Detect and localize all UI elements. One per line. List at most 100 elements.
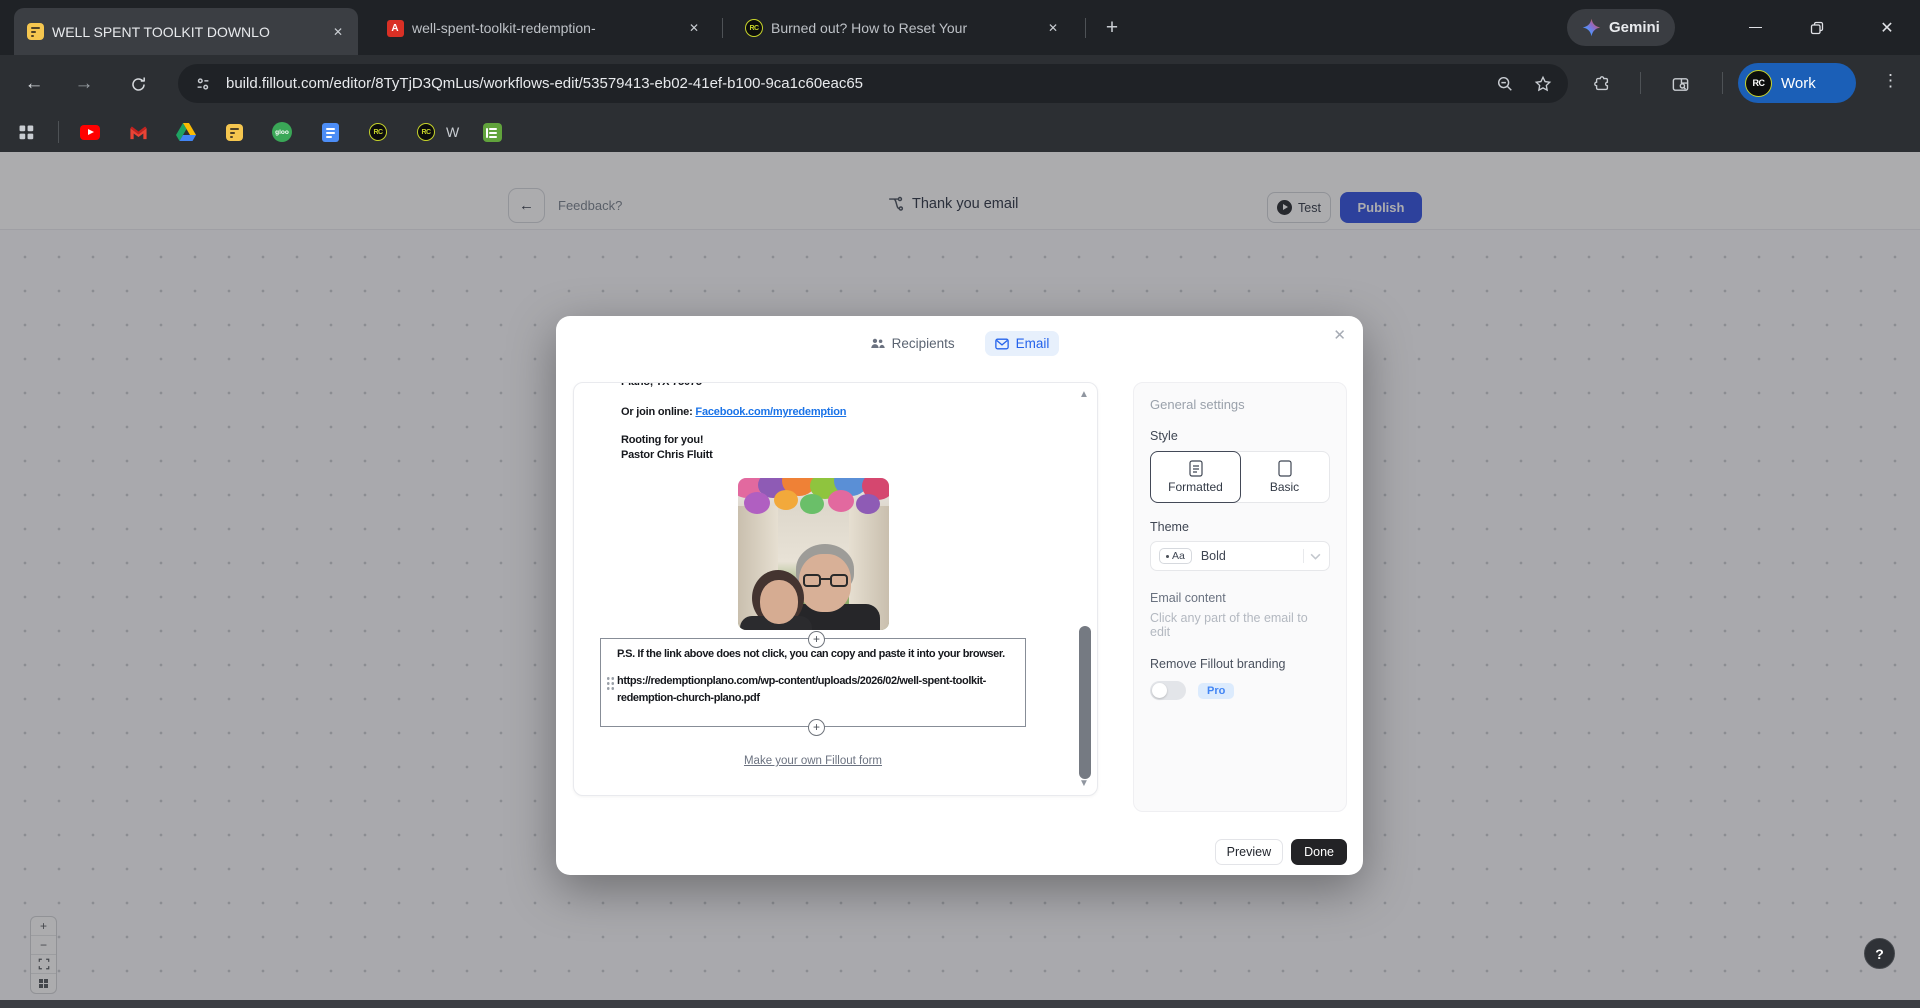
bookmark-gloo-icon[interactable]: gloo [272,122,292,142]
theme-value: Bold [1201,549,1226,563]
reload-icon[interactable] [120,66,156,102]
email-signature-line: Pastor Chris Fluitt [621,449,713,461]
minimize-button[interactable] [1732,0,1778,55]
new-tab-button[interactable]: + [1098,14,1126,42]
pdf-favicon-icon: A [386,19,404,37]
theme-dropdown[interactable]: Aa Bold [1150,541,1330,571]
bookmark-list-icon[interactable] [482,122,502,142]
browser-window: WELL SPENT TOOLKIT DOWNLO ✕ A well-spent… [0,0,1920,1008]
back-icon[interactable]: ← [16,66,52,102]
forward-icon[interactable]: → [66,66,102,102]
bookmarks-separator [58,121,59,143]
bookmark-fillout-icon[interactable] [224,122,244,142]
branding-toggle[interactable] [1150,681,1186,700]
close-window-button[interactable]: ✕ [1864,0,1910,55]
tab-close-icon[interactable]: ✕ [1043,18,1063,38]
preview-button[interactable]: Preview [1215,839,1283,865]
rc-favicon-icon: RC [745,19,763,37]
scroll-up-icon[interactable]: ▲ [1079,389,1089,400]
email-preview-card[interactable]: Plano, TX 75075 Or join online: Facebook… [573,382,1098,796]
bookmark-docs-icon[interactable] [320,122,340,142]
email-rooting-line: Rooting for you! [621,434,703,446]
style-option-basic[interactable]: Basic [1240,452,1329,502]
gemini-button[interactable]: Gemini [1567,9,1675,46]
apps-grid-icon[interactable] [16,122,36,142]
tab-close-icon[interactable]: ✕ [684,18,704,38]
general-settings-panel: General settings Style Formatted Basic T… [1133,382,1347,812]
modal-close-icon[interactable]: ✕ [1333,326,1346,344]
site-settings-icon[interactable] [194,75,212,93]
zoom-out-icon[interactable] [1496,75,1514,93]
style-label: Style [1150,429,1330,443]
profile-avatar: RC [1745,70,1772,97]
ps-text: P.S. If the link above does not click, y… [617,646,1019,664]
toolbar-separator [1722,72,1723,94]
style-segmented-control: Formatted Basic [1150,451,1330,503]
tab-title: well-spent-toolkit-redemption- [412,20,676,36]
modal-footer: Preview Done [1215,839,1347,865]
ps-url: https://redemptionplano.com/wp-content/u… [617,673,987,708]
insert-block-above-button[interactable]: + [808,631,825,648]
browser-toolbar: ← → build.fillout.com/editor/8TyTjD3QmLu… [0,55,1920,112]
done-button[interactable]: Done [1291,839,1347,865]
help-button[interactable]: ? [1864,938,1895,969]
email-join-line: Or join online: Facebook.com/myredemptio… [621,406,846,418]
settings-title: General settings [1150,397,1330,412]
bookmark-rc-icon[interactable]: RC [368,122,388,142]
email-settings-modal: Recipients Email ✕ Plano, TX 75075 Or jo… [556,316,1363,875]
restore-icon [1810,21,1824,35]
fillout-branding-link-wrap: Make your own Fillout form [600,751,1026,769]
restore-button[interactable] [1794,0,1840,55]
email-cropped-line: Plano, TX 75075 [621,382,702,388]
tab-recipients[interactable]: Recipients [860,331,965,356]
style-option-formatted[interactable]: Formatted [1150,451,1241,503]
theme-label: Theme [1150,520,1330,534]
tab-bar: WELL SPENT TOOLKIT DOWNLO ✕ A well-spent… [0,0,1920,55]
url-text[interactable]: build.fillout.com/editor/8TyTjD3QmLus/wo… [226,75,863,92]
gemini-label: Gemini [1609,19,1660,36]
facebook-link[interactable]: Facebook.com/myredemption [695,406,846,418]
chevron-down-icon [1310,553,1321,560]
scroll-down-icon[interactable]: ▼ [1079,778,1089,789]
address-bar[interactable]: build.fillout.com/editor/8TyTjD3QmLus/wo… [178,64,1568,103]
theme-badge: Aa [1159,548,1192,564]
tab-separator [1085,18,1086,38]
profile-label: Work [1781,75,1816,92]
email-content-label: Email content [1150,591,1330,605]
basic-file-icon [1278,460,1292,477]
profile-button[interactable]: RC Work [1738,63,1856,103]
bookmark-star-icon[interactable] [1534,75,1552,93]
envelope-icon [995,338,1009,350]
side-panel-search-icon[interactable] [1662,66,1698,102]
tab-separator [722,18,723,38]
gemini-spark-icon [1582,18,1601,37]
bookmarks-bar: gloo RC RC W [0,112,1920,152]
bookmark-rc-w-icon[interactable]: RC [416,122,436,142]
tab-email[interactable]: Email [985,331,1060,356]
fillout-favicon-icon [26,23,44,41]
bookmark-youtube-icon[interactable] [80,122,100,142]
pastor-photo[interactable] [738,478,889,630]
people-icon [870,336,885,351]
drag-handle-icon[interactable] [606,676,614,691]
bookmark-w-label[interactable]: W [446,122,459,142]
bookmark-gmail-icon[interactable] [128,122,148,142]
insert-block-below-button[interactable]: + [808,719,825,736]
selected-email-block[interactable]: P.S. If the link above does not click, y… [600,638,1026,727]
fillout-branding-link[interactable]: Make your own Fillout form [744,755,882,767]
bookmark-drive-icon[interactable] [176,122,196,142]
browser-menu-icon[interactable]: ⋮ [1882,71,1899,91]
browser-tab-article[interactable]: RC Burned out? How to Reset Your ✕ [737,12,1071,44]
browser-tab-pdf[interactable]: A well-spent-toolkit-redemption- ✕ [378,12,712,44]
scrollbar-thumb[interactable] [1079,626,1091,779]
browser-tab-fillout[interactable]: WELL SPENT TOOLKIT DOWNLO ✕ [14,8,358,55]
pro-badge: Pro [1198,683,1234,699]
branding-label: Remove Fillout branding [1150,657,1330,671]
tab-close-icon[interactable]: ✕ [328,22,348,42]
email-content-hint: Click any part of the email to edit [1150,611,1330,639]
formatted-file-icon [1189,460,1203,477]
extensions-icon[interactable] [1584,66,1620,102]
toolbar-separator [1640,72,1641,94]
tab-title: WELL SPENT TOOLKIT DOWNLO [52,24,320,40]
tab-title: Burned out? How to Reset Your [771,20,1035,36]
